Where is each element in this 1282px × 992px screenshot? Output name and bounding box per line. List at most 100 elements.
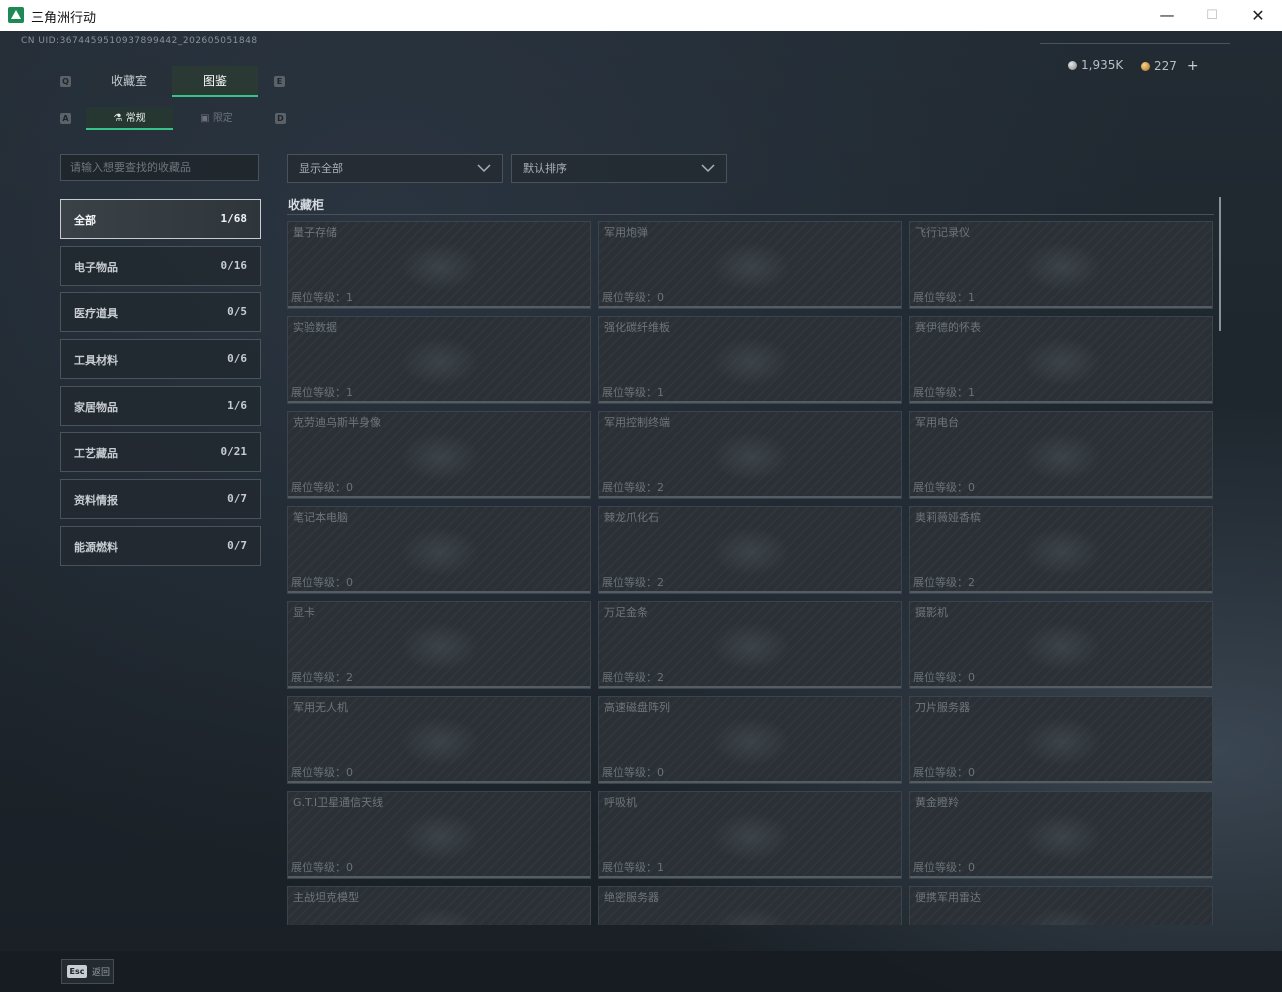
item-silhouette-icon bbox=[1022, 242, 1102, 292]
item-silhouette-icon bbox=[400, 812, 480, 862]
close-button[interactable]: ✕ bbox=[1235, 0, 1281, 31]
item-name: 量子存储 bbox=[293, 226, 337, 239]
item-level: 展位等级：0 bbox=[602, 766, 664, 779]
collection-item[interactable]: 摄影机展位等级：0 bbox=[909, 601, 1213, 689]
collection-item[interactable]: 赛伊德的怀表 展位等级：1 bbox=[909, 316, 1213, 404]
currency-gold: 227 + bbox=[1141, 58, 1199, 74]
tab-limited[interactable]: ▣ 限定 bbox=[173, 107, 260, 130]
category-medical[interactable]: 医疗道具 0/5 bbox=[60, 292, 261, 332]
item-name: 显卡 bbox=[293, 606, 315, 619]
item-silhouette-icon bbox=[711, 242, 791, 292]
item-silhouette-icon bbox=[1022, 337, 1102, 387]
category-electronics[interactable]: 电子物品 0/16 bbox=[60, 246, 261, 286]
key-hint-a: A bbox=[60, 113, 71, 124]
collection-item[interactable]: 强化碳纤维板 展位等级：1 bbox=[598, 316, 902, 404]
item-level: 展位等级：0 bbox=[291, 766, 353, 779]
tab-collection-room[interactable]: 收藏室 bbox=[86, 66, 172, 97]
category-name: 全部 bbox=[74, 214, 96, 227]
category-count: 0/7 bbox=[227, 492, 247, 505]
item-name: 刀片服务器 bbox=[915, 701, 970, 714]
tab-codex[interactable]: 图鉴 bbox=[172, 66, 258, 97]
item-silhouette-icon bbox=[400, 432, 480, 482]
collection-item[interactable]: 军用炮弹 展位等级：0 bbox=[598, 221, 902, 309]
player-uid: CN UID:3674459510937899442_202605051848 bbox=[21, 36, 258, 46]
back-button[interactable]: Esc 返回 bbox=[61, 959, 114, 984]
item-silhouette-icon bbox=[711, 527, 791, 577]
collection-item[interactable]: 军用电台 展位等级：0 bbox=[909, 411, 1213, 499]
section-title: 收藏柜 bbox=[288, 198, 325, 212]
silver-coin-icon bbox=[1068, 60, 1077, 70]
add-currency-button[interactable]: + bbox=[1187, 58, 1199, 74]
search-input[interactable]: 请输入想要查找的收藏品 bbox=[60, 154, 259, 181]
item-level: 展位等级：2 bbox=[602, 481, 664, 494]
sort-dropdown[interactable]: 默认排序 bbox=[511, 154, 727, 183]
item-silhouette-icon bbox=[711, 717, 791, 767]
app-logo-icon bbox=[8, 7, 24, 23]
category-all[interactable]: 全部 1/68 bbox=[60, 199, 261, 239]
key-hint-q: Q bbox=[60, 76, 71, 87]
item-level: 展位等级：1 bbox=[602, 386, 664, 399]
collection-item[interactable]: 实验数据 展位等级：1 bbox=[287, 316, 591, 404]
category-energy[interactable]: 能源燃料 0/7 bbox=[60, 526, 261, 566]
item-level: 展位等级：1 bbox=[602, 861, 664, 874]
collection-grid: 量子存储 展位等级：1 军用炮弹 展位等级：0 飞行记录仪 展位等级：1 实验数据 展位… bbox=[287, 221, 1214, 925]
collection-item[interactable]: 黄金瞪羚 展位等级：0 bbox=[909, 791, 1213, 879]
collection-item[interactable]: G.T.I卫星通信天线 展位等级：0 bbox=[287, 791, 591, 879]
collection-item[interactable]: 克劳迪乌斯半身像 展位等级：0 bbox=[287, 411, 591, 499]
item-level: 展位等级：0 bbox=[291, 481, 353, 494]
item-name: 万足金条 bbox=[604, 606, 648, 619]
collection-item[interactable]: 绝密服务器 bbox=[598, 886, 902, 925]
item-name: 飞行记录仪 bbox=[915, 226, 970, 239]
tab-regular-label: 常规 bbox=[125, 113, 146, 124]
item-level: 展位等级：1 bbox=[291, 291, 353, 304]
item-name: 黄金瞪羚 bbox=[915, 796, 959, 809]
item-silhouette-icon bbox=[711, 337, 791, 387]
currency-silver-value: 1,935K bbox=[1081, 58, 1124, 72]
collection-item[interactable]: 笔记本电脑 展位等级：0 bbox=[287, 506, 591, 594]
item-silhouette-icon bbox=[1022, 527, 1102, 577]
item-silhouette-icon bbox=[400, 907, 480, 925]
item-name: 奥莉薇娅香槟 bbox=[915, 511, 981, 524]
item-name: 棘龙爪化石 bbox=[604, 511, 659, 524]
maximize-button[interactable]: ☐ bbox=[1189, 0, 1235, 31]
category-household[interactable]: 家居物品 1/6 bbox=[60, 386, 261, 426]
collection-item[interactable]: 高速磁盘阵列 展位等级：0 bbox=[598, 696, 902, 784]
window-title: 三角洲行动 bbox=[31, 11, 97, 26]
item-level: 展位等级：2 bbox=[913, 576, 975, 589]
category-count: 1/68 bbox=[220, 212, 248, 225]
category-tools[interactable]: 工具材料 0/6 bbox=[60, 339, 261, 379]
item-level: 展位等级：1 bbox=[913, 386, 975, 399]
collection-item[interactable]: 飞行记录仪 展位等级：1 bbox=[909, 221, 1213, 309]
category-name: 能源燃料 bbox=[74, 541, 118, 554]
collection-item[interactable]: 棘龙爪化石 展位等级：2 bbox=[598, 506, 902, 594]
item-name: 克劳迪乌斯半身像 bbox=[293, 416, 381, 429]
collection-item[interactable]: 军用无人机 展位等级：0 bbox=[287, 696, 591, 784]
item-silhouette-icon bbox=[711, 622, 791, 672]
grid-scrollbar[interactable] bbox=[1219, 197, 1221, 331]
collection-item[interactable]: 军用控制终端 展位等级：2 bbox=[598, 411, 902, 499]
collection-item[interactable]: 主战坦克模型 bbox=[287, 886, 591, 925]
tab-regular[interactable]: ⚗ 常规 bbox=[86, 107, 173, 130]
collection-item[interactable]: 奥莉薇娅香槟 展位等级：2 bbox=[909, 506, 1213, 594]
item-level: 展位等级：0 bbox=[291, 576, 353, 589]
item-level: 展位等级：2 bbox=[602, 671, 664, 684]
minimize-button[interactable]: — bbox=[1144, 0, 1190, 31]
item-level: 展位等级：0 bbox=[913, 671, 975, 684]
collection-item[interactable]: 便携军用雷达 bbox=[909, 886, 1213, 925]
collection-item[interactable]: 显卡展位等级：2 bbox=[287, 601, 591, 689]
collection-item[interactable]: 刀片服务器展位等级：0 bbox=[909, 696, 1213, 784]
item-name: 摄影机 bbox=[915, 606, 948, 619]
display-filter-dropdown[interactable]: 显示全部 bbox=[287, 154, 503, 183]
collection-item[interactable]: 万足金条展位等级：2 bbox=[598, 601, 902, 689]
collection-item[interactable]: 呼吸机 展位等级：1 bbox=[598, 791, 902, 879]
category-intel[interactable]: 资料情报 0/7 bbox=[60, 479, 261, 519]
key-hint-d: D bbox=[275, 113, 286, 124]
item-name: G.T.I卫星通信天线 bbox=[293, 796, 384, 809]
item-level: 展位等级：0 bbox=[913, 766, 975, 779]
chevron-down-icon bbox=[477, 164, 491, 173]
item-level: 展位等级：2 bbox=[291, 671, 353, 684]
display-filter-value: 显示全部 bbox=[299, 162, 343, 175]
item-silhouette-icon bbox=[400, 717, 480, 767]
collection-item[interactable]: 量子存储展位等级：1 bbox=[287, 221, 591, 309]
category-crafts[interactable]: 工艺藏品 0/21 bbox=[60, 432, 261, 472]
